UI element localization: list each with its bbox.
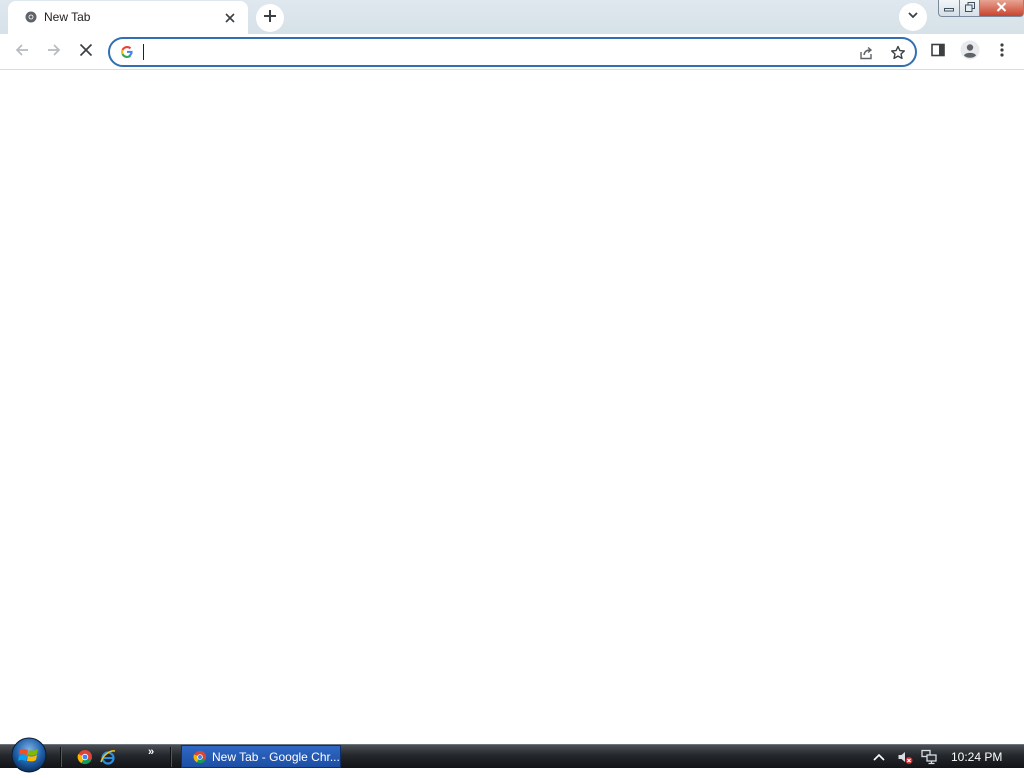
chrome-favicon-icon	[24, 10, 38, 24]
avatar-icon	[960, 40, 980, 65]
side-panel-icon	[930, 42, 946, 63]
restore-button[interactable]	[960, 0, 980, 17]
clock[interactable]: 10:24 PM	[951, 750, 1002, 764]
address-bar[interactable]	[108, 37, 917, 67]
share-icon[interactable]	[856, 43, 876, 63]
page-content	[0, 71, 1024, 744]
internet-explorer-icon[interactable]	[100, 749, 116, 765]
text-caret	[143, 44, 144, 60]
close-icon[interactable]	[222, 10, 238, 26]
window-close-button[interactable]	[980, 0, 1024, 17]
taskbar-separator	[60, 747, 62, 767]
minimize-button[interactable]	[938, 0, 960, 17]
back-button[interactable]	[8, 38, 36, 66]
plus-icon	[263, 9, 277, 28]
window-controls	[938, 0, 1024, 17]
forward-button[interactable]	[40, 38, 68, 66]
omnibox-input[interactable]	[142, 42, 842, 62]
google-g-icon	[120, 45, 134, 59]
restore-icon	[964, 0, 975, 17]
side-panel-button[interactable]	[924, 38, 952, 66]
taskbar-separator	[170, 747, 172, 767]
chrome-icon[interactable]	[77, 749, 93, 765]
menu-button[interactable]	[988, 38, 1016, 66]
tab-new-tab[interactable]: New Tab	[8, 1, 248, 34]
minimize-icon	[944, 0, 954, 17]
taskbar: » New Tab - Google Chr... 10:24 PM	[0, 737, 1024, 773]
arrow-right-icon	[46, 42, 62, 63]
chevron-down-icon	[907, 8, 919, 26]
tab-title: New Tab	[44, 10, 91, 24]
star-icon[interactable]	[888, 43, 908, 63]
windows-orb-icon	[8, 737, 50, 777]
taskbar-button-chrome[interactable]: New Tab - Google Chr...	[181, 745, 341, 768]
new-tab-button[interactable]	[256, 4, 284, 32]
close-icon	[79, 43, 93, 62]
arrow-left-icon	[14, 42, 30, 63]
chrome-icon	[193, 750, 207, 764]
quick-launch-more[interactable]: »	[148, 746, 154, 758]
profile-button[interactable]	[956, 38, 984, 66]
tab-strip: New Tab	[0, 0, 1024, 34]
network-icon[interactable]	[921, 749, 937, 765]
tab-search-button[interactable]	[899, 3, 927, 31]
chevron-up-icon[interactable]	[871, 749, 887, 765]
volume-muted-icon[interactable]	[897, 749, 913, 765]
browser-toolbar	[0, 34, 1024, 70]
kebab-menu-icon	[1000, 42, 1004, 63]
taskbar-button-label: New Tab - Google Chr...	[212, 750, 340, 764]
stop-button[interactable]	[72, 38, 100, 66]
close-icon	[996, 0, 1007, 17]
